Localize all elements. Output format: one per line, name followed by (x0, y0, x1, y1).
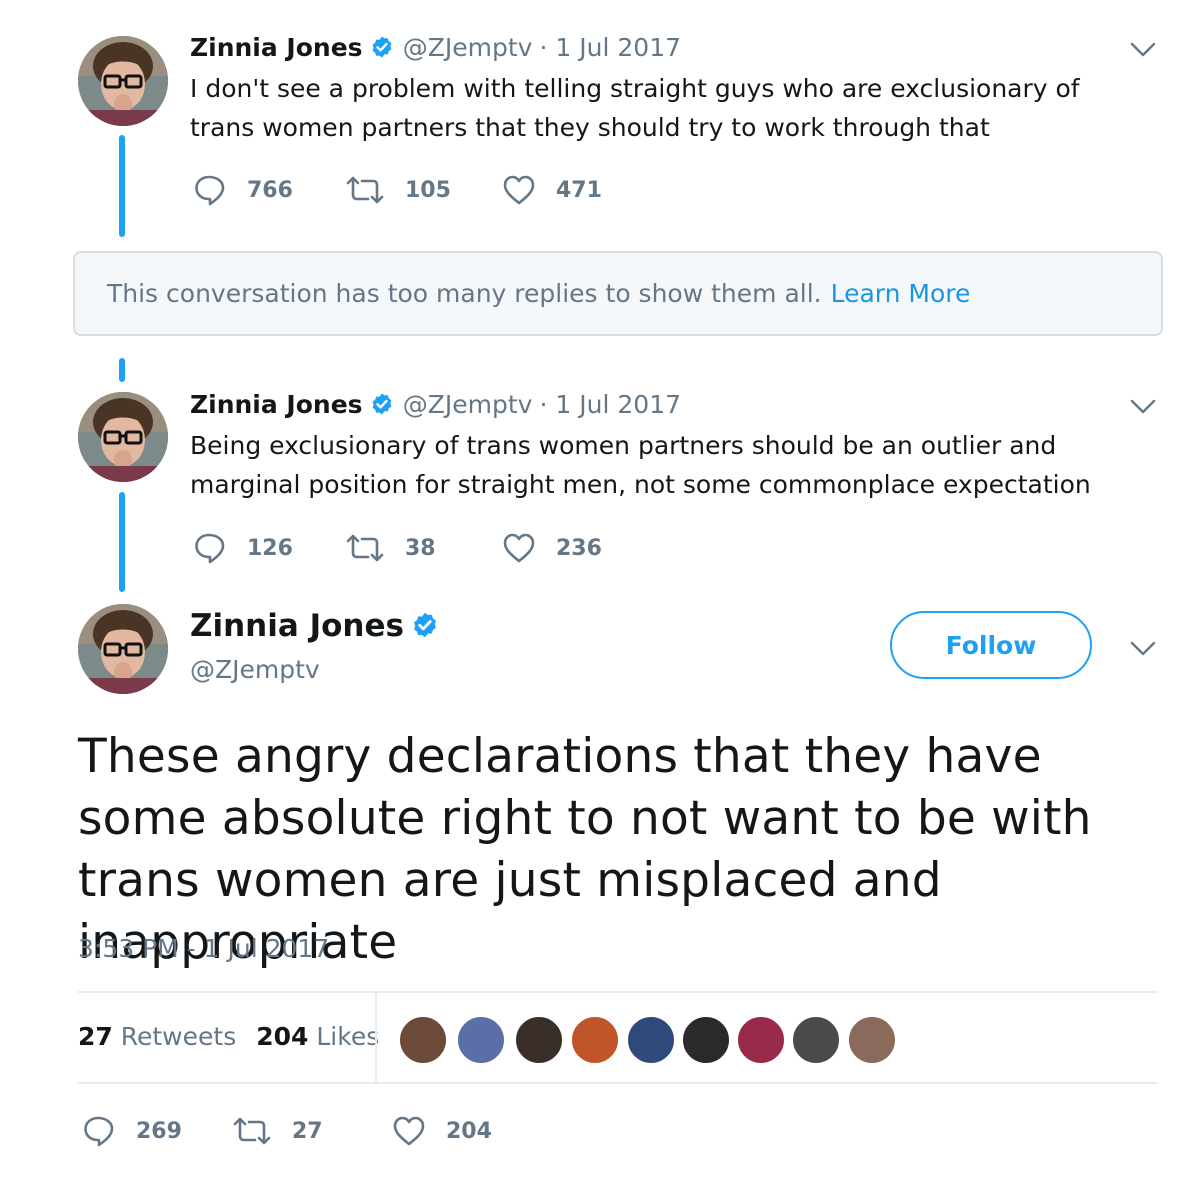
reply-button[interactable]: 269 (82, 1114, 182, 1148)
learn-more-link[interactable]: Learn More (831, 279, 971, 308)
likes-stat-count: 204 (256, 1022, 309, 1051)
author-handle[interactable]: @ZJemptv (403, 390, 533, 419)
thread-line (119, 135, 125, 237)
main-tweet-author: Zinnia Jones (190, 608, 439, 644)
chevron-down-icon[interactable] (1129, 41, 1157, 59)
like-icon (502, 532, 536, 564)
reply-count: 766 (247, 177, 293, 203)
follow-button[interactable]: Follow (890, 611, 1092, 679)
reply-icon (193, 173, 227, 207)
retweet-icon (345, 175, 385, 205)
avatar[interactable] (78, 392, 168, 482)
author-name[interactable]: Zinnia Jones (190, 33, 363, 62)
engagement-stats: 27 Retweets 204 Likes (78, 1022, 379, 1051)
verified-badge-icon (370, 392, 394, 416)
reply-button[interactable]: 126 (193, 531, 293, 565)
tweet-date[interactable]: · 1 Jul 2017 (540, 33, 681, 62)
retweet-count: 105 (405, 177, 451, 203)
like-button[interactable]: 236 (502, 532, 602, 564)
likes-stat[interactable]: 204 Likes (256, 1022, 379, 1051)
like-count: 236 (556, 535, 602, 561)
liker-avatar[interactable] (681, 1015, 731, 1065)
reply-icon (193, 531, 227, 565)
liker-avatars (398, 1015, 898, 1065)
stats-divider (375, 993, 377, 1083)
tweet-text: I don't see a problem with telling strai… (190, 74, 1080, 142)
verified-badge-icon (370, 35, 394, 59)
retweet-icon (232, 1116, 272, 1146)
tweet-timestamp[interactable]: 3:53 PM - 1 Jul 2017 (78, 934, 329, 963)
liker-avatar[interactable] (847, 1015, 897, 1065)
retweet-button[interactable]: 27 (232, 1116, 323, 1146)
liker-avatar[interactable] (791, 1015, 841, 1065)
like-count: 204 (446, 1118, 492, 1144)
reply-button[interactable]: 766 (193, 173, 293, 207)
retweet-button[interactable]: 105 (345, 175, 451, 205)
retweets-stat-count: 27 (78, 1022, 113, 1051)
retweet-icon (345, 533, 385, 563)
retweets-stat[interactable]: 27 Retweets (78, 1022, 236, 1051)
retweets-stat-label: Retweets (120, 1022, 237, 1051)
notice-text: This conversation has too many replies t… (107, 279, 822, 308)
too-many-replies-notice: This conversation has too many replies t… (73, 251, 1163, 336)
tweet-date[interactable]: · 1 Jul 2017 (540, 390, 681, 419)
divider (78, 991, 1158, 993)
liker-avatar[interactable] (398, 1015, 448, 1065)
like-icon (502, 174, 536, 206)
author-handle[interactable]: @ZJemptv (190, 655, 320, 684)
author-name[interactable]: Zinnia Jones (190, 608, 404, 644)
retweet-count: 27 (292, 1118, 323, 1144)
verified-badge-icon (411, 611, 439, 639)
thread-line (119, 358, 125, 382)
chevron-down-icon[interactable] (1129, 398, 1157, 416)
liker-avatar[interactable] (514, 1015, 564, 1065)
like-button[interactable]: 204 (392, 1115, 492, 1147)
avatar[interactable] (78, 604, 168, 694)
reply-count: 269 (136, 1118, 182, 1144)
avatar[interactable] (78, 36, 168, 126)
liker-avatar[interactable] (570, 1015, 620, 1065)
chevron-down-icon[interactable] (1129, 640, 1157, 658)
thread-line (119, 492, 125, 592)
reply-count: 126 (247, 535, 293, 561)
reply-icon (82, 1114, 116, 1148)
author-name[interactable]: Zinnia Jones (190, 390, 363, 419)
retweet-button[interactable]: 38 (345, 533, 436, 563)
liker-avatar[interactable] (736, 1015, 786, 1065)
tweet-header: Zinnia Jones @ZJemptv · 1 Jul 2017 (190, 390, 681, 419)
liker-avatar[interactable] (456, 1015, 506, 1065)
tweet-text: Being exclusionary of trans women partne… (190, 431, 1091, 499)
like-count: 471 (556, 177, 602, 203)
retweet-count: 38 (405, 535, 436, 561)
divider (78, 1082, 1158, 1084)
likes-stat-label: Likes (316, 1022, 380, 1051)
like-icon (392, 1115, 426, 1147)
liker-avatar[interactable] (626, 1015, 676, 1065)
like-button[interactable]: 471 (502, 174, 602, 206)
tweet-header: Zinnia Jones @ZJemptv · 1 Jul 2017 (190, 33, 681, 62)
author-handle[interactable]: @ZJemptv (403, 33, 533, 62)
